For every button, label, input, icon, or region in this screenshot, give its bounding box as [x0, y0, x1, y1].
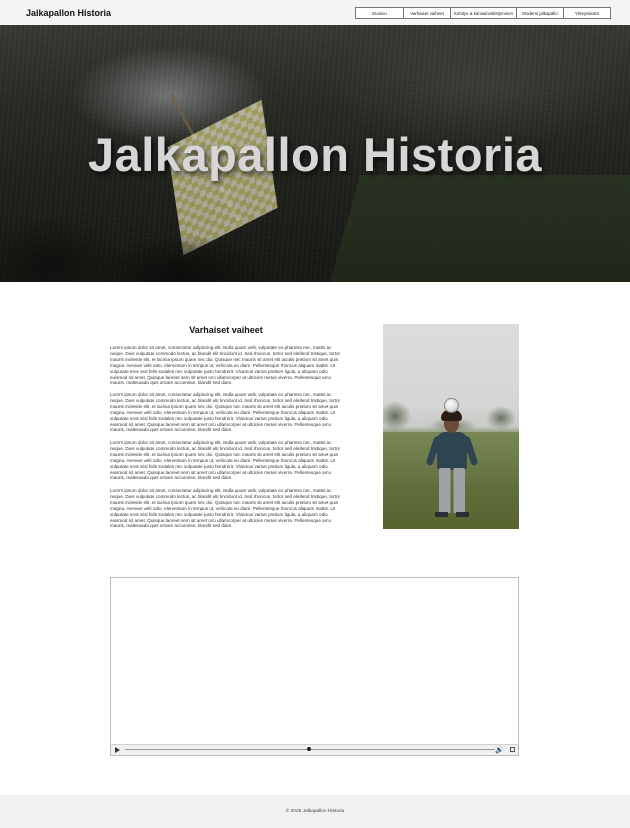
site-header: Jalkapallon Historia Etusivu Varhaiset v… [0, 0, 630, 26]
video-progress-thumb[interactable] [307, 747, 311, 751]
article-paragraph: Lorem ipsum dolor sit amet, consectetur … [110, 392, 341, 433]
player-body [437, 432, 467, 470]
player-shoes [435, 512, 469, 517]
play-icon[interactable] [115, 747, 120, 753]
footer-copyright: © 2025 Jalkapallon Historia [285, 809, 345, 814]
nav-item-moderni-jalkapallo[interactable]: Moderni jalkapallo [516, 7, 564, 19]
video-controls: 🔊 [111, 744, 518, 755]
nav-item-varhaiset-vaiheet[interactable]: Varhaiset vaiheet [403, 7, 451, 19]
nav-item-kehitys[interactable]: Kehitys & kansainvälistyminen [450, 7, 517, 19]
nav-item-etusivu[interactable]: Etusivu [355, 7, 404, 19]
nav-item-yhteystiedot[interactable]: Yhteystiedot [563, 7, 611, 19]
article-paragraph: Lorem ipsum dolor sit amet, consectetur … [110, 440, 341, 481]
article-paragraph: Lorem ipsum dolor sit amet, consectetur … [110, 345, 341, 386]
fullscreen-icon[interactable] [510, 747, 515, 752]
main-nav: Etusivu Varhaiset vaiheet Kehitys & kans… [355, 7, 611, 19]
video-player[interactable]: 🔊 [110, 577, 519, 756]
section-title: Varhaiset vaiheet [189, 325, 263, 335]
player-photo [383, 324, 519, 529]
hero-banner: Jalkapallon Historia [0, 25, 630, 282]
site-footer: © 2025 Jalkapallon Historia [0, 795, 630, 828]
hero-title: Jalkapallon Historia [87, 128, 543, 181]
article-paragraph: Lorem ipsum dolor sit amet, consectetur … [110, 488, 341, 529]
site-brand[interactable]: Jalkapallon Historia [26, 8, 111, 18]
football-icon [444, 398, 459, 413]
player-legs [439, 468, 465, 513]
volume-icon[interactable]: 🔊 [495, 746, 504, 754]
